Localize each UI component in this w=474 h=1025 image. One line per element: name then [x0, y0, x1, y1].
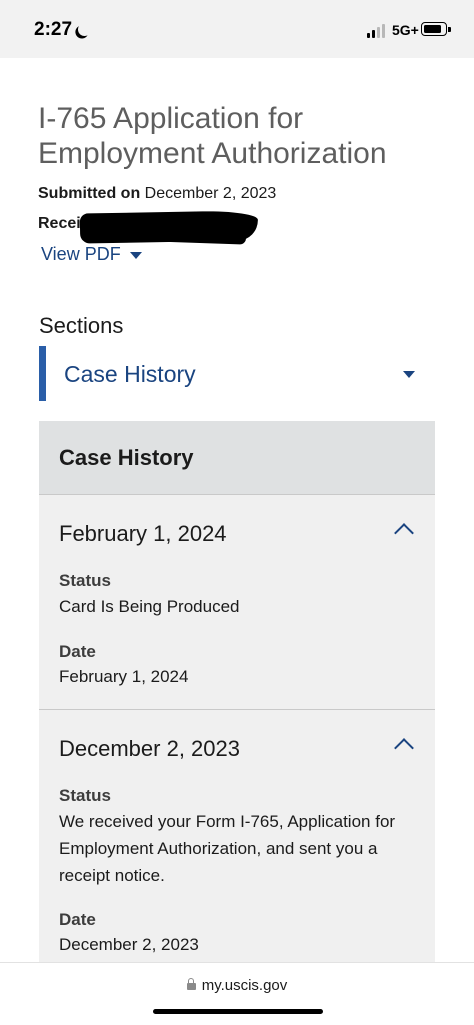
page-title: I-765 Application for Employment Authori… [38, 102, 387, 170]
entry-divider [39, 709, 435, 710]
history-entry-title[interactable]: December 2, 2023 [59, 736, 240, 762]
date-label: Date [59, 642, 96, 661]
browser-url-bar[interactable]: my.uscis.gov [0, 962, 474, 1025]
url-text: my.uscis.gov [201, 977, 288, 994]
submitted-line: Submitted on December 2, 2023 [38, 185, 276, 203]
section-accent-bar [39, 346, 46, 401]
caret-down-icon [129, 251, 142, 259]
case-history-panel: Case History February 1, 2024 Status Car… [39, 421, 435, 966]
network-type: 5G+ [392, 22, 419, 38]
date-label: Date [59, 910, 96, 929]
url-display[interactable]: my.uscis.gov [0, 977, 474, 994]
status-label: Status [59, 571, 111, 590]
date-value: February 1, 2024 [59, 667, 189, 686]
chevron-up-icon[interactable] [394, 523, 414, 543]
case-history-header: Case History [39, 421, 435, 495]
sections-heading: Sections [39, 313, 124, 338]
section-selector[interactable]: Case History [39, 346, 435, 401]
status-time: 2:27 [34, 19, 73, 40]
status-label: Status [59, 786, 111, 805]
view-pdf-button[interactable]: View PDF [41, 244, 142, 265]
cellular-signal-icon [367, 24, 389, 38]
case-history-heading: Case History [59, 445, 194, 470]
battery-icon [421, 22, 451, 36]
submitted-date: December 2, 2023 [144, 185, 277, 202]
moon-icon [77, 22, 92, 37]
home-indicator[interactable] [153, 1009, 323, 1014]
view-pdf-label: View PDF [41, 244, 121, 264]
caret-down-icon [403, 371, 415, 378]
status-value: We received your Form I-765, Application… [59, 812, 396, 885]
date-value: December 2, 2023 [59, 935, 199, 954]
submitted-label: Submitted on [38, 185, 141, 202]
section-selected-label: Case History [64, 361, 196, 387]
chevron-up-icon[interactable] [394, 738, 414, 758]
status-bar: 2:27 5G+ [0, 0, 474, 58]
status-value: Card Is Being Produced [59, 597, 240, 616]
history-entry-title[interactable]: February 1, 2024 [59, 521, 227, 547]
lock-icon [186, 978, 196, 990]
